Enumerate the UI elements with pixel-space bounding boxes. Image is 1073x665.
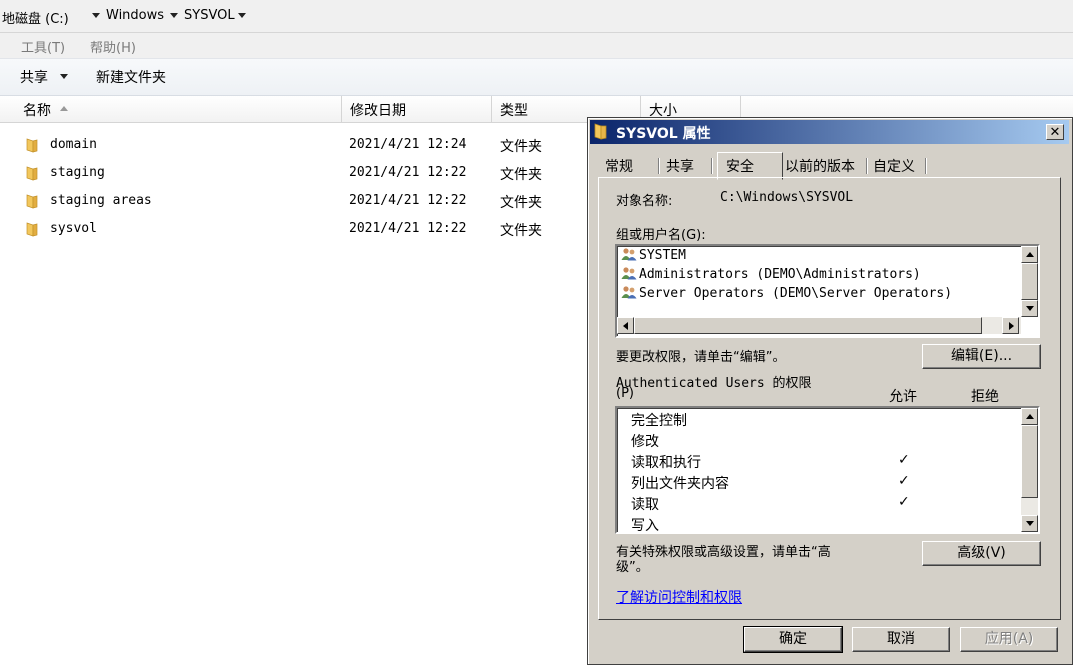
permission-name: 写入: [631, 518, 659, 534]
object-name-value: C:\Windows\SYSVOL: [720, 190, 854, 205]
permission-name: 列出文件夹内容: [631, 476, 729, 492]
chevron-down-icon[interactable]: [92, 13, 100, 18]
file-row[interactable]: staging areas 2021/4/21 12:22 文件夹: [0, 187, 590, 215]
tab-divider: [658, 158, 659, 174]
tab-general[interactable]: 常规: [605, 154, 655, 176]
permissions-vscroll[interactable]: [1021, 408, 1038, 532]
permissions-list[interactable]: 完全控制修改读取和执行 ✓ 列出文件夹内容 ✓ 读取 ✓ 写入: [615, 406, 1040, 534]
advanced-button[interactable]: 高级(V): [922, 541, 1041, 566]
security-panel: 对象名称: C:\Windows\SYSVOL 组或用户名(G): SYSTEM…: [598, 177, 1061, 620]
chevron-down-icon[interactable]: [170, 13, 178, 18]
user-group-icon: [621, 267, 637, 280]
column-name[interactable]: 名称: [0, 96, 342, 122]
groups-hscroll[interactable]: [617, 317, 1021, 334]
crumb-windows[interactable]: Windows: [106, 8, 164, 23]
chevron-down-icon[interactable]: [238, 13, 246, 18]
allow-header: 允许: [889, 389, 917, 405]
command-bar: 共享 新建文件夹: [0, 58, 1073, 96]
scroll-up-button[interactable]: [1021, 408, 1038, 425]
folder-icon: [26, 166, 38, 181]
group-name: Administrators (DEMO\Administrators): [639, 267, 921, 282]
tab-customize[interactable]: 自定义: [873, 154, 928, 176]
file-date: 2021/4/21 12:24: [349, 137, 467, 152]
permissions-label: Authenticated Users 的权限: [616, 376, 812, 391]
scroll-right-button[interactable]: [1002, 317, 1019, 334]
file-date: 2021/4/21 12:22: [349, 193, 467, 208]
tab-divider: [925, 158, 926, 174]
sort-ascending-icon: [60, 106, 68, 111]
allow-check-icon: ✓: [898, 473, 910, 489]
permission-name: 读取和执行: [631, 455, 701, 471]
scroll-thumb[interactable]: [1021, 263, 1038, 300]
file-type: 文件夹: [500, 167, 542, 183]
change-hint: 要更改权限，请单击“编辑”。: [616, 350, 786, 365]
cancel-button[interactable]: 取消: [852, 627, 950, 652]
permission-name: 完全控制: [631, 413, 687, 429]
scroll-thumb[interactable]: [634, 317, 982, 334]
tab-sharing[interactable]: 共享: [666, 154, 716, 176]
dialog-titlebar[interactable]: SYSVOL 属性 ✕: [590, 120, 1069, 144]
scroll-left-button[interactable]: [617, 317, 634, 334]
column-date[interactable]: 修改日期: [342, 96, 492, 122]
learn-access-control-link[interactable]: 了解访问控制和权限: [616, 587, 742, 607]
group-list-item[interactable]: Administrators (DEMO\Administrators): [621, 266, 921, 282]
file-type: 文件夹: [500, 195, 542, 211]
advanced-hint-line2: 级”。: [616, 560, 649, 575]
folder-icon: [26, 194, 38, 209]
crumb-drive[interactable]: 地磁盘 (C:): [2, 8, 69, 27]
folder-icon: [26, 222, 38, 237]
file-date: 2021/4/21 12:22: [349, 221, 467, 236]
tab-security[interactable]: 安全: [726, 154, 776, 176]
share-button[interactable]: 共享: [20, 67, 48, 87]
ok-button[interactable]: 确定: [743, 626, 843, 653]
deny-header: 拒绝: [971, 389, 999, 405]
file-name: sysvol: [50, 221, 97, 236]
file-type: 文件夹: [500, 139, 542, 155]
properties-dialog: SYSVOL 属性 ✕ 常规 共享 安全 以前的版本 自定义 对象名称: C:\…: [587, 117, 1073, 665]
folder-icon: [594, 123, 607, 140]
allow-check-icon: ✓: [898, 452, 910, 468]
scroll-down-button[interactable]: [1021, 515, 1038, 532]
chevron-down-icon[interactable]: [60, 74, 68, 79]
tab-divider: [866, 158, 867, 174]
file-row[interactable]: domain 2021/4/21 12:24 文件夹: [0, 131, 590, 159]
groups-vscroll[interactable]: [1021, 246, 1038, 317]
tab-divider: [711, 158, 712, 174]
file-name: domain: [50, 137, 97, 152]
new-folder-button[interactable]: 新建文件夹: [96, 67, 166, 87]
folder-icon: [26, 138, 38, 153]
group-list-item[interactable]: Server Operators (DEMO\Server Operators): [621, 285, 952, 301]
file-row[interactable]: staging 2021/4/21 12:22 文件夹: [0, 159, 590, 187]
scroll-up-button[interactable]: [1021, 246, 1038, 263]
user-group-icon: [621, 286, 637, 299]
group-name: SYSTEM: [639, 248, 686, 263]
file-name: staging: [50, 165, 105, 180]
apply-button[interactable]: 应用(A): [960, 627, 1058, 652]
file-type: 文件夹: [500, 223, 542, 239]
permissions-label-suffix: (P): [616, 386, 634, 401]
permission-name: 读取: [631, 497, 659, 513]
file-name: staging areas: [50, 193, 152, 208]
address-bar[interactable]: 地磁盘 (C:) Windows SYSVOL: [0, 0, 1073, 33]
menu-bar: 工具(T) 帮助(H): [0, 33, 1073, 58]
object-name-label: 对象名称:: [616, 194, 673, 209]
group-list-item[interactable]: SYSTEM: [621, 247, 686, 263]
groups-list[interactable]: SYSTEM Administrators (DEMO\Administrator…: [615, 244, 1040, 338]
menu-help[interactable]: 帮助(H): [90, 37, 136, 56]
close-icon[interactable]: ✕: [1046, 124, 1064, 140]
crumb-sysvol[interactable]: SYSVOL: [184, 8, 235, 23]
edit-button[interactable]: 编辑(E)...: [922, 344, 1041, 369]
file-date: 2021/4/21 12:22: [349, 165, 467, 180]
dialog-title: SYSVOL 属性: [616, 126, 711, 142]
allow-check-icon: ✓: [898, 494, 910, 510]
scroll-down-button[interactable]: [1021, 300, 1038, 317]
user-group-icon: [621, 248, 637, 261]
permission-name: 修改: [631, 434, 659, 450]
group-name: Server Operators (DEMO\Server Operators): [639, 286, 953, 301]
menu-tools[interactable]: 工具(T): [21, 37, 65, 56]
groups-label: 组或用户名(G):: [616, 228, 706, 243]
tab-previous-versions[interactable]: 以前的版本: [785, 154, 865, 176]
scroll-thumb[interactable]: [1021, 425, 1038, 498]
file-row[interactable]: sysvol 2021/4/21 12:22 文件夹: [0, 215, 590, 243]
